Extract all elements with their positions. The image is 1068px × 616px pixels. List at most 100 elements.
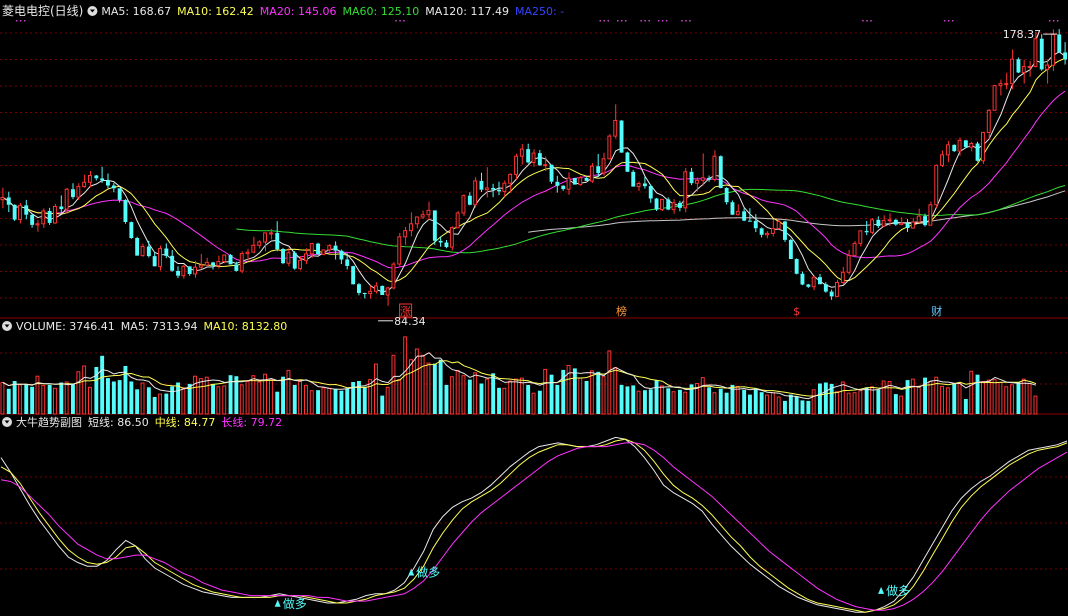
- volume-bar[interactable]: [321, 387, 326, 415]
- volume-bar[interactable]: [957, 382, 962, 415]
- volume-bar[interactable]: [707, 387, 712, 414]
- candle[interactable]: [654, 197, 659, 211]
- volume-bar[interactable]: [584, 381, 589, 414]
- candle[interactable]: [281, 247, 285, 265]
- volume-bar[interactable]: [309, 390, 314, 415]
- volume-bar[interactable]: [998, 382, 1003, 415]
- volume-bar[interactable]: [735, 385, 740, 415]
- candle[interactable]: [589, 163, 594, 183]
- volume-bar[interactable]: [129, 381, 134, 415]
- volume-bar[interactable]: [479, 383, 484, 415]
- candle[interactable]: [222, 254, 227, 264]
- volume-bar[interactable]: [531, 392, 536, 415]
- volume-bar[interactable]: [992, 379, 997, 415]
- volume-bar[interactable]: [537, 390, 542, 414]
- candle[interactable]: [975, 141, 980, 162]
- volume-bar[interactable]: [18, 384, 22, 415]
- volume-bar[interactable]: [549, 374, 554, 414]
- volume-bar[interactable]: [426, 362, 431, 415]
- candle[interactable]: [135, 236, 140, 256]
- volume-bar[interactable]: [316, 390, 320, 414]
- candle[interactable]: [870, 218, 874, 234]
- volume-bar[interactable]: [986, 379, 991, 415]
- candle[interactable]: [158, 245, 163, 271]
- volume-bar[interactable]: [1027, 383, 1032, 415]
- volume-bar[interactable]: [840, 381, 845, 415]
- candle[interactable]: [316, 242, 320, 255]
- volume-bar[interactable]: [589, 370, 594, 415]
- volume-bar[interactable]: [572, 368, 577, 414]
- candle[interactable]: [1051, 29, 1055, 72]
- volume-bar[interactable]: [71, 384, 75, 414]
- volume-bar[interactable]: [718, 388, 723, 414]
- volume-bar[interactable]: [76, 371, 81, 415]
- candle[interactable]: [351, 265, 356, 285]
- volume-bar[interactable]: [286, 369, 291, 415]
- volume-bar[interactable]: [526, 384, 531, 414]
- volume-bar[interactable]: [625, 386, 630, 414]
- volume-bar[interactable]: [391, 354, 396, 415]
- candle[interactable]: [619, 120, 624, 153]
- volume-bar[interactable]: [222, 385, 227, 415]
- volume-bar[interactable]: [397, 379, 402, 415]
- volume-bar[interactable]: [835, 391, 839, 415]
- volume-bar[interactable]: [444, 384, 449, 414]
- volume-bar[interactable]: [491, 373, 496, 414]
- volume-bar[interactable]: [292, 384, 297, 414]
- volume-bar[interactable]: [455, 369, 460, 415]
- volume-bar[interactable]: [887, 381, 892, 415]
- volume-bar[interactable]: [41, 384, 46, 415]
- volume-bar[interactable]: [601, 376, 606, 415]
- candle[interactable]: [992, 84, 997, 111]
- volume-bar[interactable]: [508, 380, 513, 415]
- volume-bar[interactable]: [204, 376, 209, 415]
- volume-bar[interactable]: [864, 387, 869, 414]
- volume-bar[interactable]: [700, 377, 705, 415]
- volume-bar[interactable]: [82, 365, 87, 415]
- candle[interactable]: [928, 201, 933, 226]
- volume-bar[interactable]: [783, 400, 787, 414]
- volume-bar[interactable]: [806, 400, 811, 414]
- volume-bar[interactable]: [181, 387, 186, 415]
- volume-bar[interactable]: [368, 379, 373, 415]
- volume-bar[interactable]: [47, 384, 52, 414]
- volume-bar[interactable]: [905, 380, 910, 414]
- volume-bar[interactable]: [940, 385, 944, 415]
- volume-bar[interactable]: [461, 375, 466, 415]
- volume-bar[interactable]: [211, 383, 215, 414]
- volume-bar[interactable]: [876, 389, 881, 414]
- volume-bar[interactable]: [374, 363, 378, 415]
- volume-bar[interactable]: [345, 388, 350, 414]
- volume-bar[interactable]: [788, 394, 793, 414]
- volume-bar[interactable]: [502, 387, 507, 415]
- volume-bar[interactable]: [952, 383, 957, 415]
- volume-bar[interactable]: [899, 395, 904, 415]
- volume-bar[interactable]: [158, 393, 163, 415]
- volume-bar[interactable]: [6, 388, 11, 414]
- candle[interactable]: [292, 251, 297, 270]
- candle[interactable]: [794, 258, 799, 275]
- volume-bar[interactable]: [111, 381, 116, 415]
- volume-bar[interactable]: [216, 386, 221, 415]
- candle[interactable]: [963, 140, 968, 148]
- volume-bar[interactable]: [823, 382, 828, 415]
- volume-bar[interactable]: [619, 384, 624, 414]
- volume-bar[interactable]: [176, 382, 180, 415]
- volume-bar[interactable]: [596, 371, 601, 414]
- volume-bar[interactable]: [818, 383, 822, 415]
- volume-bar[interactable]: [281, 376, 285, 414]
- volume-bar[interactable]: [636, 390, 641, 415]
- candle[interactable]: [239, 251, 244, 274]
- volume-bar[interactable]: [193, 375, 198, 415]
- candle[interactable]: [432, 210, 437, 245]
- candle[interactable]: [631, 169, 636, 187]
- volume-bar[interactable]: [484, 378, 489, 415]
- volume-bar[interactable]: [543, 368, 548, 415]
- volume-bar[interactable]: [1004, 386, 1009, 415]
- volume-bar[interactable]: [333, 388, 338, 414]
- volume-bar[interactable]: [916, 386, 921, 415]
- volume-bar[interactable]: [339, 390, 344, 414]
- volume-bar[interactable]: [753, 389, 758, 414]
- candle[interactable]: [12, 204, 17, 221]
- volume-bar[interactable]: [1016, 382, 1021, 415]
